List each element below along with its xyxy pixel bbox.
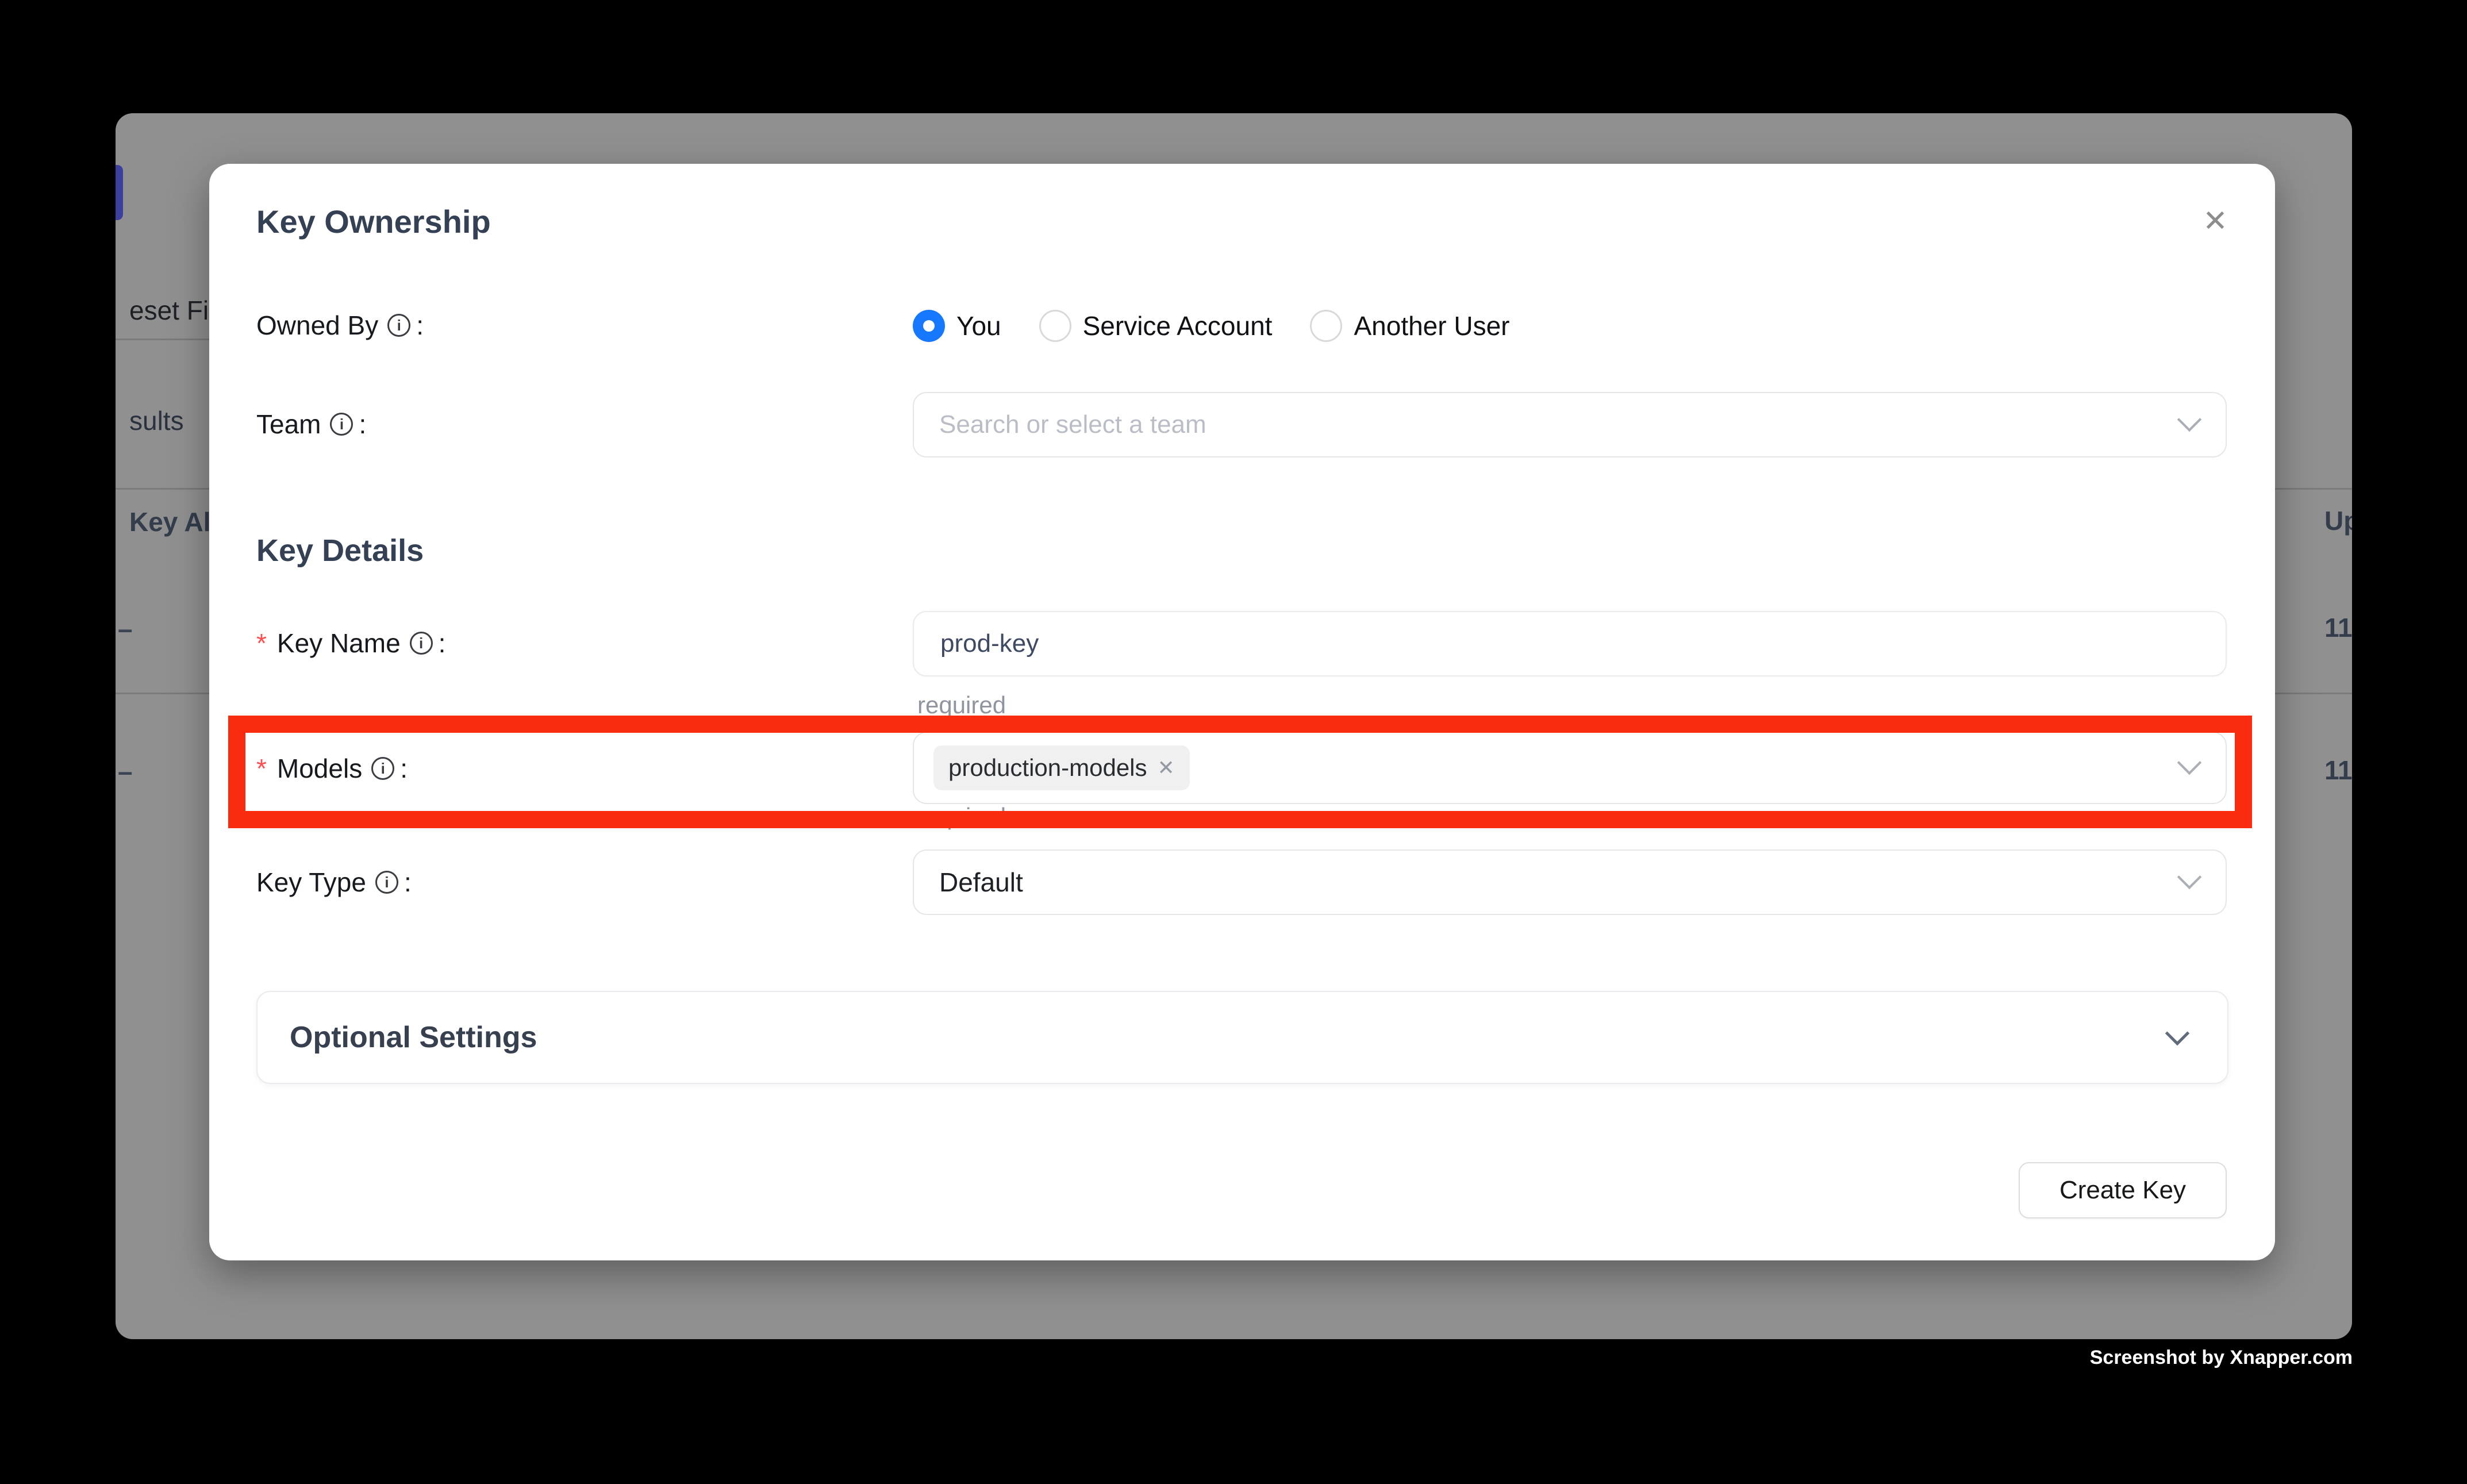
models-tag: production-models ✕ bbox=[933, 745, 1190, 790]
optional-settings-panel[interactable]: Optional Settings bbox=[256, 991, 2228, 1084]
label-colon: : bbox=[404, 867, 412, 898]
table-row-cell: 11/ bbox=[2324, 755, 2352, 786]
chevron-down-icon bbox=[2165, 1021, 2189, 1045]
chevron-down-icon bbox=[2177, 407, 2201, 432]
key-type-select[interactable]: Default bbox=[913, 849, 2227, 915]
info-icon[interactable]: i bbox=[387, 314, 410, 337]
label-colon: : bbox=[416, 310, 424, 341]
chevron-down-icon bbox=[2177, 751, 2201, 775]
models-label: * Models i : bbox=[256, 753, 408, 784]
key-name-label-text: Key Name bbox=[277, 628, 401, 659]
team-select-placeholder: Search or select a team bbox=[939, 410, 1206, 439]
key-name-label: * Key Name i : bbox=[256, 628, 445, 659]
label-colon: : bbox=[439, 628, 446, 659]
key-name-help-text: required bbox=[917, 691, 1006, 719]
team-select[interactable]: Search or select a team bbox=[913, 392, 2227, 457]
label-colon: : bbox=[400, 753, 408, 784]
modal-title: Key Ownership bbox=[256, 203, 491, 240]
radio-another-user[interactable]: Another User bbox=[1310, 310, 1509, 342]
key-type-label-text: Key Type bbox=[256, 867, 366, 898]
radio-unselected-icon bbox=[1310, 310, 1342, 342]
radio-label: You bbox=[956, 310, 1001, 341]
watermark-text: Screenshot by Xnapper.com bbox=[2090, 1347, 2353, 1369]
models-label-text: Models bbox=[277, 753, 362, 784]
models-tag-text: production-models bbox=[948, 754, 1147, 782]
create-key-button[interactable]: Create Key bbox=[2019, 1162, 2227, 1218]
models-select[interactable]: production-models ✕ bbox=[913, 732, 2227, 804]
radio-label: Another User bbox=[1354, 310, 1509, 341]
background-blue-button-fragment bbox=[116, 165, 123, 220]
screenshot-canvas: eset Filt sults Key Alia Up – 11/ – 11/ … bbox=[0, 0, 2467, 1484]
team-label: Team i : bbox=[256, 409, 366, 440]
radio-label: Service Account bbox=[1083, 310, 1273, 341]
radio-service-account[interactable]: Service Account bbox=[1039, 310, 1273, 342]
owned-by-radio-group: You Service Account Another User bbox=[913, 294, 1509, 358]
table-header-updated: Up bbox=[2324, 505, 2352, 536]
key-name-input[interactable]: prod-key bbox=[913, 611, 2227, 676]
team-label-text: Team bbox=[256, 409, 321, 440]
reset-filters-button-fragment[interactable]: eset Filt bbox=[129, 295, 216, 326]
results-count-fragment: sults bbox=[129, 405, 216, 436]
radio-unselected-icon bbox=[1039, 310, 1071, 342]
key-name-value: prod-key bbox=[940, 629, 1039, 658]
info-icon[interactable]: i bbox=[410, 632, 433, 655]
info-icon[interactable]: i bbox=[371, 757, 394, 780]
owned-by-label: Owned By i : bbox=[256, 310, 424, 341]
close-icon: ✕ bbox=[2203, 206, 2228, 236]
radio-you[interactable]: You bbox=[913, 310, 1001, 342]
optional-settings-title: Optional Settings bbox=[290, 1020, 537, 1055]
label-colon: : bbox=[359, 409, 366, 440]
key-details-title: Key Details bbox=[256, 533, 424, 568]
create-key-modal: Key Ownership ✕ Owned By i : You Service… bbox=[209, 164, 2275, 1260]
models-help-text: required bbox=[917, 803, 1006, 831]
remove-tag-icon[interactable]: ✕ bbox=[1158, 758, 1175, 778]
chevron-down-icon bbox=[2177, 865, 2201, 889]
table-header-key-alias: Key Alia bbox=[129, 506, 216, 537]
owned-by-label-text: Owned By bbox=[256, 310, 378, 341]
table-row-cell: – bbox=[118, 613, 152, 644]
radio-selected-icon bbox=[913, 310, 945, 342]
table-row-cell: – bbox=[118, 756, 152, 787]
info-icon[interactable]: i bbox=[375, 871, 398, 894]
required-asterisk: * bbox=[256, 753, 267, 784]
key-type-value: Default bbox=[939, 867, 1023, 898]
table-row-cell: 11/ bbox=[2324, 612, 2352, 643]
required-asterisk: * bbox=[256, 628, 267, 659]
info-icon[interactable]: i bbox=[330, 413, 353, 436]
close-button[interactable]: ✕ bbox=[2197, 203, 2234, 240]
key-type-label: Key Type i : bbox=[256, 867, 412, 898]
